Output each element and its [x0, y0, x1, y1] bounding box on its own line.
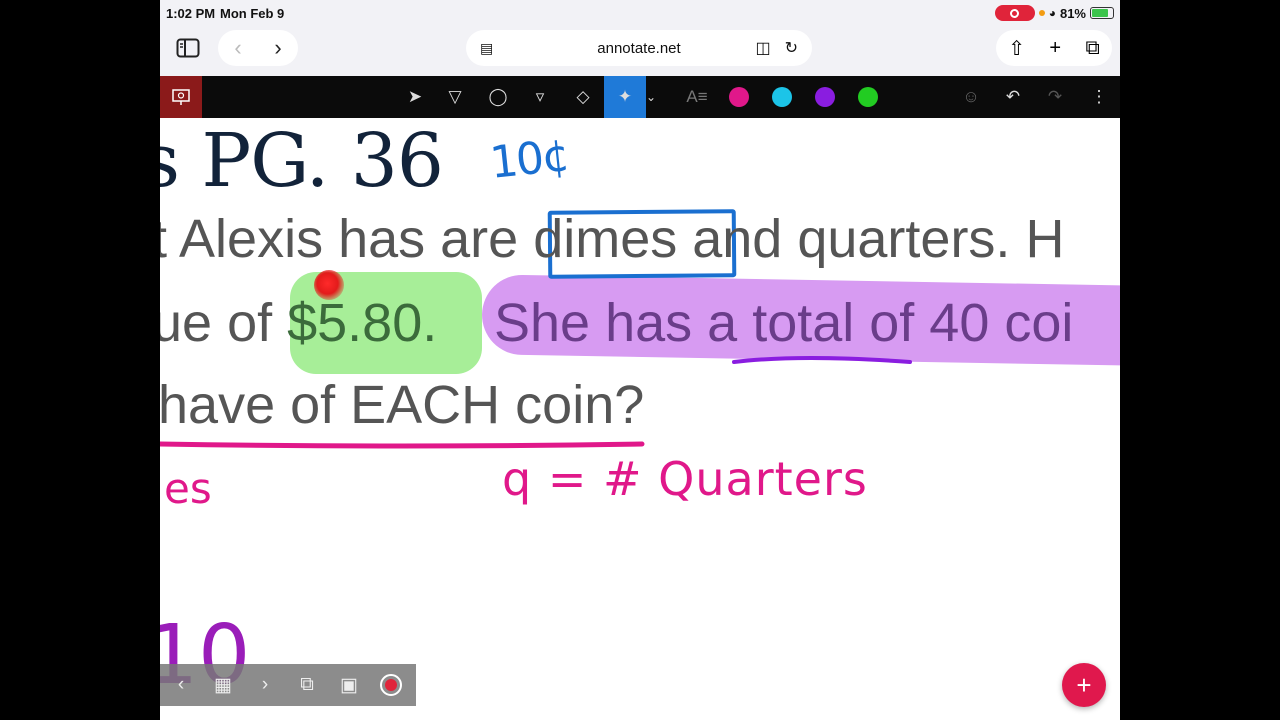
page-grid-button[interactable]: ▦	[202, 664, 244, 706]
chevron-down-icon: ⌄	[645, 90, 657, 104]
plus-icon: +	[1076, 669, 1092, 700]
browser-toolbar: ‹ › ▤ annotate.net ◫ ↻ ⇧ + ⧉	[160, 28, 1120, 76]
highlighter-icon: ▿	[535, 87, 545, 106]
mic-indicator-icon	[1038, 10, 1045, 16]
reload-icon[interactable]: ↻	[785, 38, 798, 58]
undo-icon: ↶	[1005, 87, 1021, 106]
fountain-pen-icon: ◯	[488, 87, 508, 106]
highlighter-tool-button[interactable]: ▿	[519, 76, 561, 118]
whiteboard-page[interactable]: s PG. 36 10¢ t Alexis has are dimes and …	[160, 118, 1120, 720]
record-icon	[380, 674, 402, 696]
color-swatch-purple[interactable]	[815, 87, 835, 107]
cast-button[interactable]: ▣	[328, 664, 370, 706]
add-button[interactable]: +	[1062, 663, 1106, 707]
more-vertical-icon: ⋮	[1090, 87, 1108, 106]
ink-pink-es: es	[164, 464, 212, 513]
extension-icon[interactable]: ◫	[755, 38, 770, 58]
color-swatch-green[interactable]	[858, 87, 878, 107]
annotation-toolbar: ➤ ▽ ◯ ▿ ◇ ✦ ⌄ A≡ ☺ ↶ ↷ ⋮	[160, 76, 1120, 118]
cursor-icon: ➤	[407, 87, 423, 106]
next-page-button[interactable]: ›	[244, 664, 286, 706]
battery-percent: 81%	[1059, 5, 1086, 21]
tabs-overview-icon[interactable]: ⧉	[1086, 37, 1100, 60]
pages-icon: ⧉	[300, 674, 314, 695]
laser-pointer-icon: ✦	[617, 87, 633, 106]
browser-actions: ⇧ + ⧉	[996, 30, 1112, 66]
chevron-left-icon: ‹	[177, 674, 185, 695]
status-right: ◕ 81%	[994, 5, 1114, 21]
text-format-icon: A≡	[686, 87, 708, 106]
screen-recording-icon[interactable]	[994, 5, 1035, 21]
undo-button[interactable]: ↶	[992, 76, 1034, 118]
presentation-button[interactable]	[160, 76, 202, 118]
status-bar: 1:02 PM Mon Feb 9 ◕ 81%	[160, 0, 1120, 28]
pen-icon: ▽	[448, 87, 462, 106]
forward-button[interactable]: ›	[274, 35, 281, 61]
chevron-right-icon: ›	[261, 674, 269, 695]
prev-page-button[interactable]: ‹	[160, 664, 202, 706]
wifi-icon: ◕	[1048, 6, 1056, 20]
tool-options-dropdown[interactable]: ⌄	[640, 76, 662, 118]
status-date: Mon Feb 9	[220, 6, 285, 21]
share-icon[interactable]: ⇧	[1008, 36, 1025, 61]
back-button[interactable]: ‹	[234, 35, 241, 61]
record-button[interactable]	[370, 664, 412, 706]
status-time: 1:02 PM	[166, 6, 216, 21]
ipad-screen: 1:02 PM Mon Feb 9 ◕ 81% ‹ › ▤ annotate.n…	[160, 0, 1120, 720]
sidebar-toggle-button[interactable]	[170, 30, 206, 66]
pink-underline	[160, 441, 645, 449]
nav-buttons: ‹ ›	[218, 30, 298, 66]
text-tool-button[interactable]: A≡	[676, 76, 718, 118]
url-actions: ◫ ↻	[755, 38, 798, 58]
screen-share-icon: ▣	[340, 674, 358, 696]
new-tab-icon[interactable]: +	[1049, 37, 1061, 60]
ink-pink-variable: q = # Quarters	[502, 452, 868, 506]
purple-underline	[732, 356, 912, 364]
sidebar-icon	[176, 38, 200, 58]
redo-button[interactable]: ↷	[1034, 76, 1076, 118]
person-icon: ☺	[962, 87, 980, 106]
page-navigation-bar: ‹ ▦ › ⧉ ▣	[160, 664, 416, 706]
url-text: annotate.net	[597, 39, 681, 57]
presentation-icon	[172, 89, 190, 105]
duplicate-page-button[interactable]: ⧉	[286, 664, 328, 706]
share-user-button[interactable]: ☺	[950, 76, 992, 118]
redo-icon: ↷	[1047, 87, 1063, 106]
address-bar[interactable]: ▤ annotate.net ◫ ↻	[466, 30, 812, 66]
more-menu-button[interactable]: ⋮	[1078, 76, 1120, 118]
color-swatch-pink[interactable]	[729, 87, 749, 107]
eraser-icon: ◇	[576, 87, 590, 106]
eraser-tool-button[interactable]: ◇	[562, 76, 604, 118]
fountain-pen-tool-button[interactable]: ◯	[477, 76, 519, 118]
battery-icon	[1090, 7, 1114, 19]
grid-icon: ▦	[214, 674, 232, 696]
color-swatch-cyan[interactable]	[772, 87, 792, 107]
ink-strokes	[160, 356, 912, 449]
laser-pointer-dot	[314, 270, 344, 300]
page-menu-icon[interactable]: ▤	[480, 40, 493, 57]
select-tool-button[interactable]: ➤	[394, 76, 436, 118]
pen-tool-button[interactable]: ▽	[434, 76, 476, 118]
